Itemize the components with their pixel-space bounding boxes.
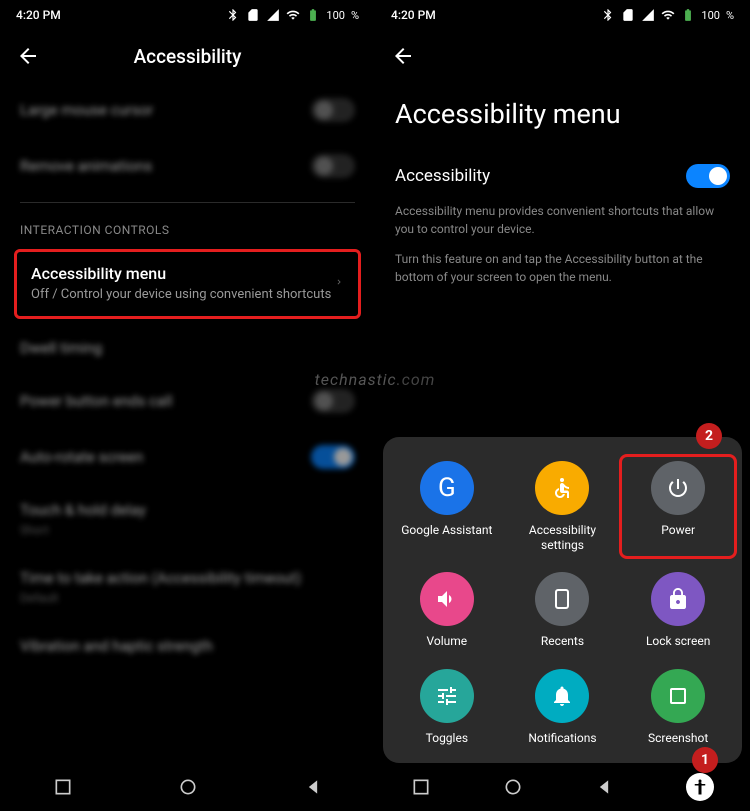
status-bar: 4:20 PM 100% <box>375 0 750 30</box>
nav-back-button[interactable] <box>303 777 323 797</box>
assistant-icon: G <box>420 461 474 515</box>
signal-icon <box>641 8 655 22</box>
sim-icon <box>246 8 260 22</box>
nav-back-button[interactable] <box>594 777 614 797</box>
setting-label: Auto-rotate screen <box>20 448 143 466</box>
item-subtitle: Off / Control your device using convenie… <box>31 287 334 304</box>
panel-toggles[interactable]: Toggles <box>391 665 503 749</box>
left-screenshot: 4:20 PM 100% Accessibility Large mouse c… <box>0 0 375 811</box>
nav-recents-button[interactable] <box>53 777 73 797</box>
nav-recents-button[interactable] <box>411 777 431 797</box>
panel-volume[interactable]: Volume <box>391 568 503 652</box>
battery-icon <box>681 8 695 22</box>
wifi-icon <box>661 8 675 22</box>
item-title: Accessibility menu <box>31 264 334 283</box>
page-title: Accessibility menu <box>375 82 750 150</box>
setting-vibration[interactable]: Vibration and haptic strength <box>20 621 355 671</box>
panel-screenshot[interactable]: Screenshot <box>622 665 734 749</box>
nav-bar <box>0 763 375 811</box>
description-2: Turn this feature on and tap the Accessi… <box>375 250 750 286</box>
setting-label: Remove animations <box>20 157 152 175</box>
volume-icon <box>420 572 474 626</box>
panel-lock-screen[interactable]: Lock screen <box>622 568 734 652</box>
toggle-auto-rotate[interactable] <box>311 445 355 469</box>
setting-power-ends-call[interactable]: Power button ends call <box>20 373 355 429</box>
setting-dwell-timing[interactable]: Dwell timing <box>20 323 355 373</box>
section-header: INTERACTION CONTROLS <box>20 211 355 245</box>
screenshot-icon <box>651 669 705 723</box>
lock-icon <box>651 572 705 626</box>
status-icons: 100% <box>601 8 734 22</box>
setting-label: Large mouse cursor <box>20 101 153 119</box>
toggle-large-cursor[interactable] <box>311 98 355 122</box>
divider <box>20 202 355 203</box>
setting-sublabel: Default <box>20 591 58 605</box>
signal-icon <box>266 8 280 22</box>
toggles-icon <box>420 669 474 723</box>
back-button[interactable] <box>391 44 415 68</box>
wifi-icon <box>286 8 300 22</box>
battery-percent: 100 <box>701 9 720 22</box>
panel-accessibility-settings[interactable]: Accessibility settings <box>507 457 619 556</box>
accessibility-icon <box>535 461 589 515</box>
chevron-right-icon <box>334 274 344 294</box>
annotation-badge-2: 2 <box>696 423 722 449</box>
setting-label: Dwell timing <box>20 339 102 357</box>
header: Accessibility <box>0 30 375 82</box>
bluetooth-icon <box>226 8 240 22</box>
description-1: Accessibility menu provides convenient s… <box>375 202 750 238</box>
panel-notifications[interactable]: Notifications <box>507 665 619 749</box>
status-icons: 100% <box>226 8 359 22</box>
panel-google-assistant[interactable]: G Google Assistant <box>391 457 503 556</box>
accessibility-toggle-row[interactable]: Accessibility <box>375 150 750 202</box>
toggle-power-ends-call[interactable] <box>311 389 355 413</box>
header <box>375 30 750 82</box>
sim-icon <box>621 8 635 22</box>
setting-label: Time to take action (Accessibility timeo… <box>20 569 301 587</box>
setting-remove-animations[interactable]: Remove animations <box>20 138 355 194</box>
nav-accessibility-button[interactable] <box>686 773 714 801</box>
battery-percent: 100 <box>326 9 345 22</box>
back-button[interactable] <box>16 44 40 68</box>
recents-icon <box>535 572 589 626</box>
accessibility-panel: 2 G Google Assistant Accessibility setti… <box>383 437 742 763</box>
annotation-badge-1: 1 <box>692 747 718 773</box>
setting-time-action[interactable]: Time to take action (Accessibility timeo… <box>20 553 355 621</box>
setting-label: Power button ends call <box>20 392 172 410</box>
toggle-remove-animations[interactable] <box>311 154 355 178</box>
panel-recents[interactable]: Recents <box>507 568 619 652</box>
panel-power[interactable]: Power <box>619 454 737 559</box>
nav-bar <box>375 763 750 811</box>
setting-sublabel: Short <box>20 523 49 537</box>
accessibility-menu-item[interactable]: Accessibility menu Off / Control your de… <box>14 249 361 319</box>
setting-label: Vibration and haptic strength <box>20 637 213 655</box>
bluetooth-icon <box>601 8 615 22</box>
toggle-accessibility[interactable] <box>686 164 730 188</box>
setting-label: Touch & hold delay <box>20 501 146 519</box>
status-time: 4:20 PM <box>16 8 61 22</box>
battery-icon <box>306 8 320 22</box>
nav-home-button[interactable] <box>178 777 198 797</box>
bell-icon <box>535 669 589 723</box>
right-screenshot: 4:20 PM 100% Accessibility menu Accessib… <box>375 0 750 811</box>
setting-auto-rotate[interactable]: Auto-rotate screen <box>20 429 355 485</box>
nav-home-button[interactable] <box>503 777 523 797</box>
status-time: 4:20 PM <box>391 8 436 22</box>
status-bar: 4:20 PM 100% <box>0 0 375 30</box>
power-icon <box>651 461 705 515</box>
toggle-label: Accessibility <box>395 166 490 186</box>
setting-touch-hold[interactable]: Touch & hold delay Short <box>20 485 355 553</box>
setting-large-cursor[interactable]: Large mouse cursor <box>20 82 355 138</box>
page-title: Accessibility <box>40 45 335 68</box>
